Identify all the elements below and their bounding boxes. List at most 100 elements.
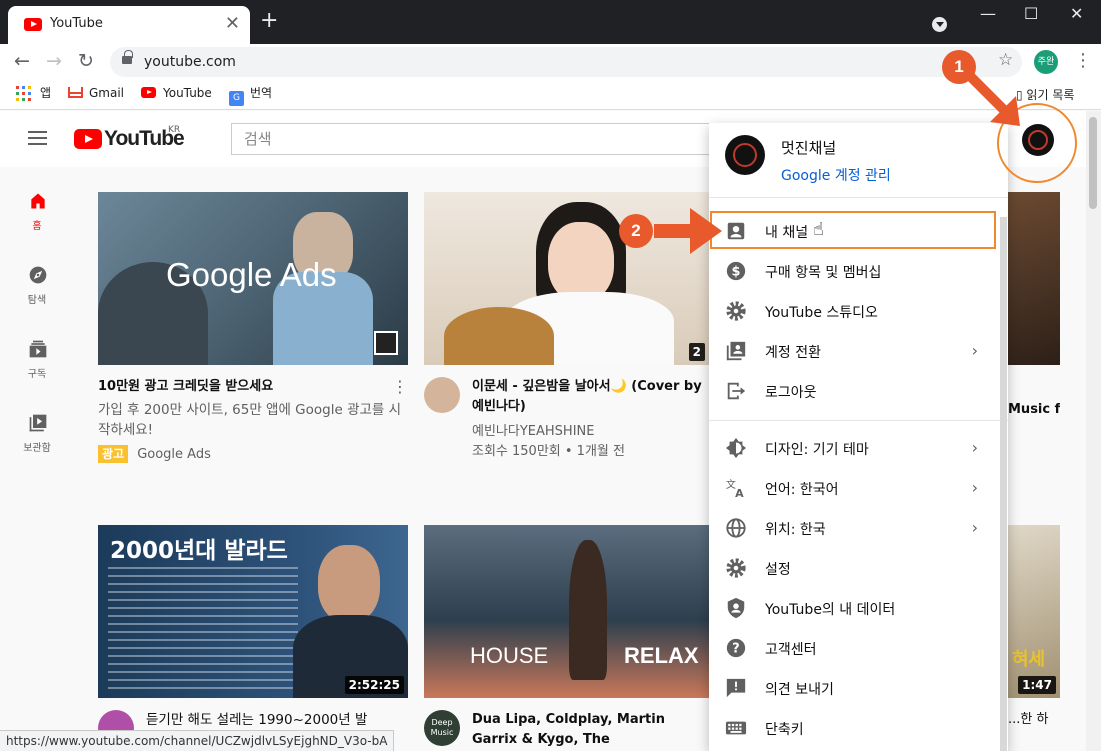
page-scrollbar-thumb[interactable] xyxy=(1089,117,1097,209)
menu-item-switch-account[interactable]: 계정 전환 › xyxy=(709,331,1008,371)
sidebar-item-home[interactable]: 홈 xyxy=(0,181,74,245)
menu-item-purchases[interactable]: $ 구매 항목 및 멤버십 xyxy=(709,251,1008,291)
video-title[interactable]: 이문세 - 깊은밤을 날아서🌙 (Cover by 예빈나다) xyxy=(472,377,712,417)
close-window-button[interactable]: ✕ xyxy=(1070,4,1083,23)
video-meta: 조회수 150만회 • 1개월 전 xyxy=(472,444,625,459)
menu-item-label: 위치: 한국 xyxy=(765,522,826,538)
video-duration: 2 xyxy=(688,343,705,361)
theme-icon xyxy=(725,437,747,459)
status-bar-url: https://www.youtube.com/channel/UCZwjdlv… xyxy=(0,730,395,751)
video-title[interactable]: Dua Lipa, Coldplay, Martin Garrix & Kygo… xyxy=(472,710,712,751)
tab-title: YouTube xyxy=(50,16,103,31)
channel-avatar[interactable]: Deep Music xyxy=(424,710,460,746)
lock-icon xyxy=(122,50,133,64)
channel-name[interactable]: Google Ads xyxy=(137,447,211,462)
chevron-right-icon: › xyxy=(971,518,978,537)
url-text[interactable]: youtube.com xyxy=(144,54,236,70)
video-title-partial[interactable]: ...한 하 xyxy=(1008,710,1060,730)
sidebar-item-library[interactable]: 보관함 xyxy=(0,403,74,467)
video-title[interactable]: 듣기만 해도 설레는 1990~2000년 발 xyxy=(146,710,408,730)
thumbnail-text: 혀세 xyxy=(1012,649,1046,670)
menu-item-label: 단축키 xyxy=(765,722,804,738)
bookmark-youtube[interactable]: YouTube xyxy=(141,86,212,104)
omnibox[interactable]: youtube.com xyxy=(110,47,1022,77)
browser-tab-youtube[interactable]: YouTube ✕ xyxy=(8,6,250,44)
video-thumbnail[interactable]: Google Ads xyxy=(98,192,408,365)
video-thumbnail[interactable] xyxy=(1008,192,1060,365)
menu-item-label: YouTube 스튜디오 xyxy=(765,305,878,321)
home-icon xyxy=(31,193,45,209)
youtube-favicon-icon xyxy=(24,18,42,31)
video-thumbnail[interactable]: 혀세 1:47 xyxy=(1008,525,1060,698)
menu-item-label: 디자인: 기기 테마 xyxy=(765,442,869,458)
bookmark-gmail[interactable]: Gmail xyxy=(68,86,124,104)
menu-item-language[interactable]: 文A 언어: 한국어 › xyxy=(709,468,1008,508)
video-card-cafe[interactable]: Music f... xyxy=(1008,192,1060,472)
menu-item-logout[interactable]: 로그아웃 xyxy=(709,371,1008,411)
external-link-icon xyxy=(374,331,398,355)
manage-google-account-link[interactable]: Google 계정 관리 xyxy=(781,165,891,185)
video-card-google-ads[interactable]: Google Ads 10만원 광고 크레딧을 받으세요 ⋮ 가입 후 200만… xyxy=(98,192,408,472)
menu-item-shortcuts[interactable]: 단축키 xyxy=(709,708,1008,748)
menu-item-location[interactable]: 위치: 한국 › xyxy=(709,508,1008,548)
gear-icon xyxy=(726,301,746,321)
menu-item-label: YouTube의 내 데이터 xyxy=(765,602,896,618)
bookmark-apps[interactable]: 앱 xyxy=(40,86,51,104)
channel-name[interactable]: 예빈나다YEAHSHINE xyxy=(472,422,594,442)
sidebar-item-explore[interactable]: 탐색 xyxy=(0,255,74,319)
menu-scrollbar[interactable] xyxy=(1000,217,1007,751)
menu-item-label: 의견 보내기 xyxy=(765,682,834,698)
more-options-icon[interactable]: ⋮ xyxy=(392,377,408,396)
bookmark-translate[interactable]: G 번역 xyxy=(229,86,272,106)
dollar-icon: $ xyxy=(726,261,746,281)
channel-avatar[interactable] xyxy=(424,377,460,413)
reload-button[interactable]: ↻ xyxy=(78,50,94,72)
search-input[interactable] xyxy=(231,123,711,155)
sidebar-label: 탐색 xyxy=(27,295,47,306)
youtube-logo-icon[interactable] xyxy=(74,129,102,149)
chevron-right-icon: › xyxy=(971,478,978,497)
mini-guide: 홈 탐색 구독 보관함 xyxy=(0,167,74,751)
video-meta-partial: Music f... xyxy=(1008,402,1060,417)
menu-item-label: 언어: 한국어 xyxy=(765,482,839,498)
menu-item-label: 고객센터 xyxy=(765,642,817,658)
arrow-to-my-channel-icon xyxy=(654,208,722,254)
menu-item-settings[interactable]: 설정 xyxy=(709,548,1008,588)
chevron-right-icon: › xyxy=(971,341,978,360)
logout-icon xyxy=(727,382,746,400)
hamburger-menu-icon[interactable] xyxy=(28,131,47,145)
video-thumbnail[interactable]: HOUSE RELAX xyxy=(424,525,709,698)
maximize-button[interactable]: ☐ xyxy=(1024,4,1038,23)
back-button[interactable]: ← xyxy=(14,50,30,72)
menu-item-help[interactable]: ? 고객센터 xyxy=(709,628,1008,668)
video-card-ballad[interactable]: 2000년대 발라드 2:52:25 듣기만 해도 설레는 1990~2000년… xyxy=(98,525,408,751)
tab-search-icon[interactable] xyxy=(932,17,947,32)
switch-account-icon xyxy=(726,341,746,361)
tab-close-icon[interactable]: ✕ xyxy=(225,13,240,34)
minimize-button[interactable]: — xyxy=(980,4,996,23)
video-thumbnail[interactable]: 2000년대 발라드 2:52:25 xyxy=(98,525,408,698)
sidebar-label: 홈 xyxy=(32,221,42,232)
svg-text:A: A xyxy=(735,487,744,499)
compass-icon xyxy=(29,266,47,284)
menu-item-feedback[interactable]: 의견 보내기 xyxy=(709,668,1008,708)
chrome-menu-icon[interactable]: ⋮ xyxy=(1074,50,1092,71)
forward-button[interactable]: → xyxy=(46,50,62,72)
thumbnail-text-left: HOUSE xyxy=(470,643,549,668)
video-title[interactable]: 10만원 광고 크레딧을 받으세요 xyxy=(98,377,378,397)
channel-avatar xyxy=(725,135,765,175)
page-scrollbar[interactable] xyxy=(1086,111,1101,751)
profile-avatar[interactable]: 주완 xyxy=(1034,50,1058,74)
video-card-partial[interactable]: 혀세 1:47 ...한 하 xyxy=(1008,525,1060,751)
video-card-house-relax[interactable]: HOUSE RELAX Deep Music Dua Lipa, Coldpla… xyxy=(424,525,709,751)
bookmarks-bar: 앱 Gmail YouTube G 번역 ▯ 읽기 목록 xyxy=(0,80,1101,110)
gear-icon xyxy=(726,558,746,578)
menu-item-theme[interactable]: 디자인: 기기 테마 › xyxy=(709,428,1008,468)
sidebar-item-subscriptions[interactable]: 구독 xyxy=(0,329,74,393)
translate-icon: 文A xyxy=(726,478,744,499)
menu-item-your-data[interactable]: YouTube의 내 데이터 xyxy=(709,588,1008,628)
menu-item-studio[interactable]: YouTube 스튜디오 xyxy=(709,291,1008,331)
new-tab-button[interactable]: + xyxy=(260,8,278,33)
address-bar-row: ← → ↻ youtube.com ☆ 주완 ⋮ xyxy=(0,44,1101,80)
youtube-icon xyxy=(141,87,156,98)
